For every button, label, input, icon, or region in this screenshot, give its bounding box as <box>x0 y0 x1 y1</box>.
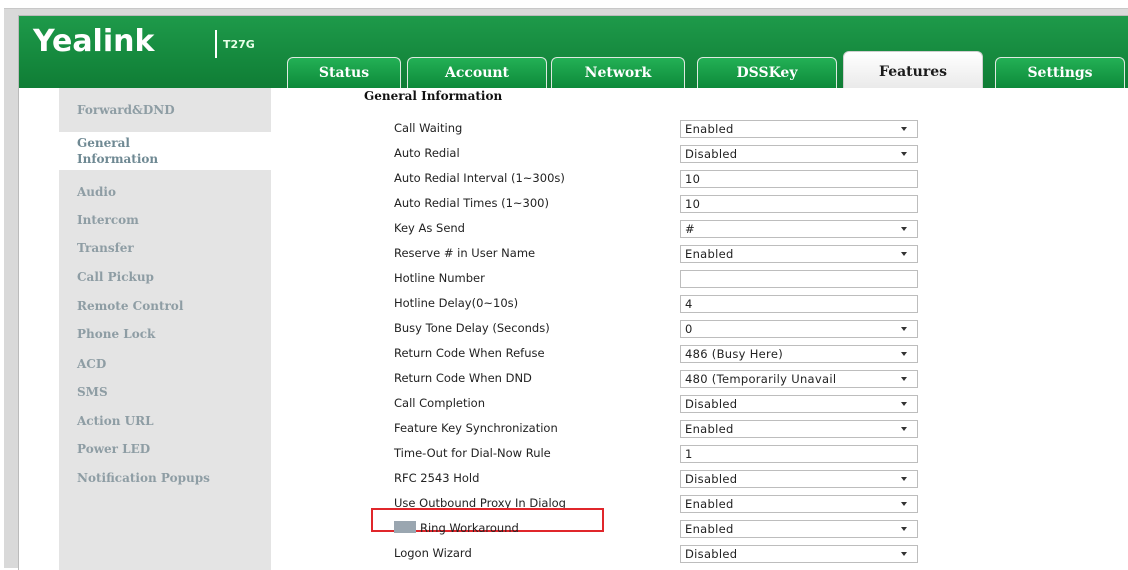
logon-wizard-select[interactable]: Disabled <box>680 545 918 563</box>
input-value: 1 <box>685 447 693 461</box>
setting-label: Auto Redial Interval (1~300s) <box>394 171 565 185</box>
input-value: 10 <box>685 172 701 186</box>
sidebar-item-general-information[interactable]: General Information <box>59 132 271 170</box>
sidebar-item-acd[interactable]: ACD <box>59 356 271 372</box>
chevron-down-icon <box>901 127 907 131</box>
select-value: Disabled <box>685 397 738 411</box>
ring-workaround-label: Ring Workaround <box>394 521 519 535</box>
ring-workaround-select[interactable]: Enabled <box>680 520 918 538</box>
sidebar-item-action-url[interactable]: Action URL <box>59 413 271 429</box>
return-code-dnd-select[interactable]: 480 (Temporarily Unavail <box>680 370 918 388</box>
setting-label: Key As Send <box>394 221 465 235</box>
busy-tone-delay-select[interactable]: 0 <box>680 320 918 338</box>
select-value: Disabled <box>685 147 738 161</box>
setting-label: Return Code When Refuse <box>394 346 545 360</box>
setting-label: Time-Out for Dial-Now Rule <box>394 446 551 460</box>
select-value: Enabled <box>685 422 734 436</box>
select-value: # <box>685 222 695 236</box>
sidebar-item-intercom[interactable]: Intercom <box>59 212 271 228</box>
feature-key-sync-select[interactable]: Enabled <box>680 420 918 438</box>
setting-label: RFC 2543 Hold <box>394 471 480 485</box>
setting-label: Auto Redial Times (1~300) <box>394 196 549 210</box>
sidebar-item-label-line1: General <box>77 136 130 150</box>
select-value: 0 <box>685 322 693 336</box>
setting-label: Busy Tone Delay (Seconds) <box>394 321 550 335</box>
reserve-hash-select[interactable]: Enabled <box>680 245 918 263</box>
timeout-dial-now-input[interactable]: 1 <box>680 445 918 463</box>
select-value: Enabled <box>685 522 734 536</box>
redacted-term-chip <box>394 521 416 533</box>
setting-label: Call Completion <box>394 396 485 410</box>
sidebar-item-remote-control[interactable]: Remote Control <box>59 298 271 314</box>
chevron-down-icon <box>901 252 907 256</box>
sidebar-item-label-line2: Information <box>77 152 159 166</box>
hotline-number-input[interactable] <box>680 270 918 288</box>
sidebar: Forward&DND General Information Audio In… <box>59 88 271 570</box>
chevron-down-icon <box>901 152 907 156</box>
setting-label: Return Code When DND <box>394 371 532 385</box>
sidebar-item-transfer[interactable]: Transfer <box>59 240 271 256</box>
chevron-down-icon <box>901 552 907 556</box>
input-value: 4 <box>685 297 693 311</box>
setting-label: Feature Key Synchronization <box>394 421 558 435</box>
setting-label: Auto Redial <box>394 146 460 160</box>
input-value: 10 <box>685 197 701 211</box>
select-value: Disabled <box>685 547 738 561</box>
return-code-refuse-select[interactable]: 486 (Busy Here) <box>680 345 918 363</box>
chevron-down-icon <box>901 502 907 506</box>
sidebar-item-power-led[interactable]: Power LED <box>59 441 271 457</box>
tab-network[interactable]: Network <box>551 57 685 88</box>
setting-label: Hotline Delay(0~10s) <box>394 296 519 310</box>
chevron-down-icon <box>901 427 907 431</box>
chevron-down-icon <box>901 527 907 531</box>
key-as-send-select[interactable]: # <box>680 220 918 238</box>
auto-redial-interval-input[interactable]: 10 <box>680 170 918 188</box>
model-label: T27G <box>223 38 255 51</box>
select-value: Enabled <box>685 122 734 136</box>
call-waiting-select[interactable]: Enabled <box>680 120 918 138</box>
sidebar-item-notification-popups[interactable]: Notification Popups <box>59 470 271 486</box>
chevron-down-icon <box>901 327 907 331</box>
select-value: 480 (Temporarily Unavail <box>685 372 837 386</box>
select-value: Disabled <box>685 472 738 486</box>
select-value: Enabled <box>685 247 734 261</box>
outbound-proxy-dialog-select[interactable]: Enabled <box>680 495 918 513</box>
setting-label: Call Waiting <box>394 121 463 135</box>
tab-settings[interactable]: Settings <box>995 57 1125 88</box>
setting-label-text: Ring Workaround <box>420 521 519 535</box>
sidebar-item-sms[interactable]: SMS <box>59 384 271 400</box>
web-admin-page: Yealink T27G Status Account Network DSSK… <box>18 15 1128 570</box>
logo-divider <box>215 30 217 58</box>
tab-dsskey[interactable]: DSSKey <box>697 57 837 88</box>
chevron-down-icon <box>901 477 907 481</box>
setting-label: Reserve # in User Name <box>394 246 536 260</box>
brand-logo: Yealink <box>33 24 155 59</box>
chevron-down-icon <box>901 377 907 381</box>
call-completion-select[interactable]: Disabled <box>680 395 918 413</box>
section-title: General Information <box>364 89 503 103</box>
chevron-down-icon <box>901 402 907 406</box>
tab-status[interactable]: Status <box>287 57 401 88</box>
auto-redial-times-input[interactable]: 10 <box>680 195 918 213</box>
sidebar-item-phone-lock[interactable]: Phone Lock <box>59 326 271 342</box>
select-value: 486 (Busy Here) <box>685 347 783 361</box>
sidebar-item-forward-dnd[interactable]: Forward&DND <box>59 102 271 118</box>
select-value: Enabled <box>685 497 734 511</box>
hotline-delay-input[interactable]: 4 <box>680 295 918 313</box>
chevron-down-icon <box>901 227 907 231</box>
header-bar: Yealink T27G Status Account Network DSSK… <box>19 16 1128 88</box>
window-frame: Yealink T27G Status Account Network DSSK… <box>4 8 1128 570</box>
sidebar-item-call-pickup[interactable]: Call Pickup <box>59 269 271 285</box>
setting-label: Hotline Number <box>394 271 485 285</box>
sidebar-item-audio[interactable]: Audio <box>59 184 271 200</box>
rfc-2543-hold-select[interactable]: Disabled <box>680 470 918 488</box>
tab-account[interactable]: Account <box>407 57 547 88</box>
setting-label: Logon Wizard <box>394 546 472 560</box>
chevron-down-icon <box>901 352 907 356</box>
auto-redial-select[interactable]: Disabled <box>680 145 918 163</box>
tab-features[interactable]: Features <box>843 51 983 88</box>
